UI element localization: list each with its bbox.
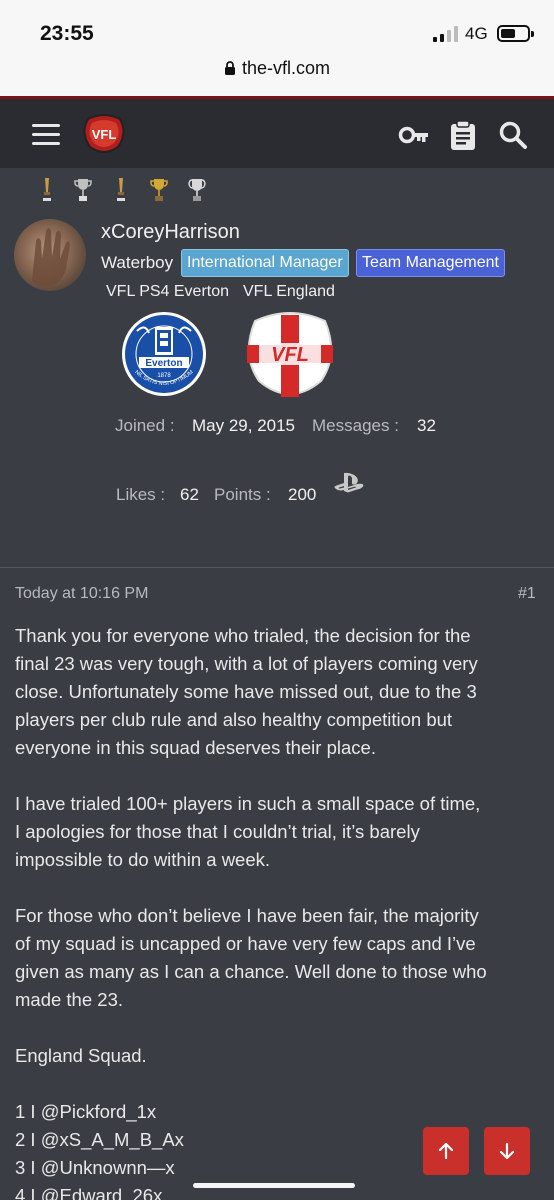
playstation-icon — [333, 471, 365, 495]
club-everton[interactable]: VFL PS4 Everton — [106, 283, 229, 301]
vfl-england-crest[interactable]: VFL — [243, 311, 337, 404]
vfl-logo[interactable]: VFL — [82, 113, 126, 155]
network-type: 4G — [465, 24, 488, 43]
points-value[interactable]: 200 — [288, 485, 316, 505]
signal-icon — [433, 26, 459, 42]
crest-vfl-text: VFL — [271, 344, 309, 366]
messages-label: Messages : — [312, 416, 399, 435]
post-paragraph: Thank you for everyone who trialed, the … — [15, 625, 478, 758]
cup-icon[interactable] — [74, 176, 92, 204]
scroll-up-button[interactable] — [423, 1127, 469, 1175]
post-body: Thank you for everyone who trialed, the … — [15, 622, 545, 1200]
home-indicator[interactable] — [193, 1183, 355, 1188]
post-timestamp[interactable]: Today at 10:16 PM — [15, 585, 148, 603]
search-icon[interactable] — [497, 119, 529, 151]
cup-icon[interactable] — [150, 176, 168, 204]
clipboard-icon[interactable] — [447, 119, 479, 151]
badge-international-manager: International Manager — [181, 249, 349, 277]
lock-icon — [224, 59, 236, 80]
cup-icon[interactable] — [188, 176, 206, 204]
post-paragraph: I have trialed 100+ players in such a sm… — [15, 793, 481, 870]
badge-team-management: Team Management — [356, 249, 505, 277]
post-paragraph: For those who don’t believe I have been … — [15, 905, 487, 1010]
messages-value[interactable]: 32 — [417, 416, 436, 436]
scroll-down-button[interactable] — [484, 1127, 530, 1175]
joined-value: May 29, 2015 — [192, 416, 296, 435]
everton-crest[interactable]: Everton 1878 NIL SATIS NISI OPTIMUM — [119, 311, 209, 402]
likes-label: Likes : — [116, 485, 166, 504]
browser-chrome: 23:55 4G the-vfl.com — [0, 0, 554, 96]
squad-item: 1 I @Pickford_1x — [15, 1101, 157, 1122]
address-bar[interactable]: the-vfl.com — [0, 58, 554, 80]
arrow-down-icon — [499, 1142, 515, 1160]
likes-value: 62 — [180, 485, 199, 504]
trophy-icon[interactable] — [38, 176, 56, 204]
avatar[interactable] — [14, 219, 86, 291]
club-england[interactable]: VFL England — [243, 283, 335, 301]
status-time: 23:55 — [40, 22, 94, 45]
url-text: the-vfl.com — [241, 58, 331, 78]
arrow-up-icon — [438, 1142, 454, 1160]
menu-icon[interactable] — [32, 124, 60, 146]
divider — [0, 567, 554, 568]
trophy-icon[interactable] — [112, 176, 130, 204]
joined-label: Joined : — [115, 416, 175, 435]
battery-icon — [497, 25, 534, 42]
key-icon[interactable] — [398, 119, 430, 151]
crest-year: 1878 — [157, 373, 171, 379]
crest-name: Everton — [145, 358, 182, 369]
post-number[interactable]: #1 — [518, 585, 536, 603]
logo-text: VFL — [92, 127, 117, 142]
site-header: VFL — [0, 96, 554, 168]
post-paragraph: England Squad. — [15, 1045, 147, 1066]
points-label: Points : — [214, 485, 271, 504]
user-title: Waterboy — [101, 253, 174, 272]
username[interactable]: xCoreyHarrison — [101, 221, 240, 244]
